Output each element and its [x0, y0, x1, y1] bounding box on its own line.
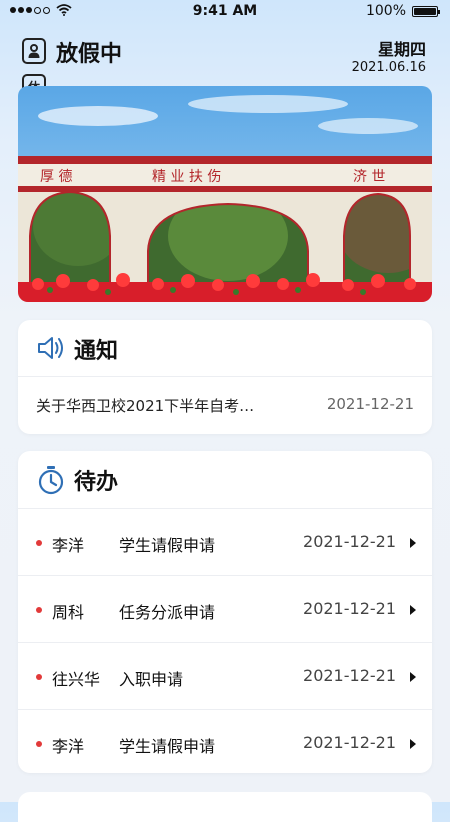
bullet-dot-icon	[36, 674, 42, 680]
todo-type: 学生请假申请	[119, 737, 216, 756]
todo-type: 学生请假申请	[119, 536, 216, 555]
gate-motto-right: 济 世	[353, 169, 385, 185]
chevron-right-icon	[410, 739, 416, 749]
todo-date: 2021-12-21	[303, 666, 396, 685]
battery-icon	[412, 5, 440, 17]
user-badge-icon[interactable]	[22, 38, 46, 64]
todo-item[interactable]: 李洋 学生请假申请 2021-12-21	[18, 509, 432, 576]
chevron-right-icon	[410, 605, 416, 615]
todo-item[interactable]: 李洋 学生请假申请 2021-12-21	[18, 710, 432, 773]
stopwatch-icon	[38, 466, 64, 495]
todo-date: 2021-12-21	[303, 532, 396, 551]
notice-header: 通知	[18, 320, 432, 377]
todo-card: 待办 李洋 学生请假申请 2021-12-21 周科 任务分派申请 2021-1…	[18, 451, 432, 773]
chevron-right-icon	[410, 672, 416, 682]
page-title: 放假中	[56, 42, 123, 67]
bullet-dot-icon	[36, 741, 42, 747]
todo-type: 入职申请	[119, 670, 184, 689]
notice-item-text: 关于华西卫校2021下半年自考…	[36, 397, 255, 415]
todo-applicant: 周科	[52, 603, 85, 622]
todo-item[interactable]: 往兴华 入职申请 2021-12-21	[18, 643, 432, 710]
todo-item[interactable]: 周科 任务分派申请 2021-12-21	[18, 576, 432, 643]
banner-image: 厚 德 精 业 扶 伤 济 世	[18, 86, 432, 302]
speaker-icon	[38, 337, 63, 359]
todo-type: 任务分派申请	[119, 603, 216, 622]
todo-applicant: 李洋	[52, 737, 85, 756]
battery-level	[414, 7, 436, 15]
notice-item[interactable]: 关于华西卫校2021下半年自考… 2021-12-21	[18, 377, 432, 434]
todo-title: 待办	[74, 470, 119, 495]
campus-gate-banner[interactable]: 厚 德 精 业 扶 伤 济 世	[18, 86, 432, 302]
status-bar: 9:41 AM 100%	[0, 0, 450, 24]
notice-title: 通知	[74, 339, 119, 364]
bullet-dot-icon	[36, 607, 42, 613]
next-card-peek	[18, 792, 432, 822]
battery-area: 100%	[365, 3, 440, 19]
todo-applicant: 往兴华	[52, 670, 101, 689]
weekday-label: 星期四	[377, 40, 426, 59]
notice-item-date: 2021-12-21	[326, 395, 414, 413]
chevron-right-icon	[410, 538, 416, 548]
todo-date: 2021-12-21	[303, 599, 396, 618]
gate-motto-left: 厚 德	[40, 169, 72, 185]
date-label: 2021.06.16	[351, 60, 426, 75]
gate-motto-middle: 精 业 扶 伤	[152, 169, 221, 185]
todo-header: 待办	[18, 451, 432, 509]
todo-applicant: 李洋	[52, 536, 85, 555]
bullet-dot-icon	[36, 540, 42, 546]
notice-card: 通知 关于华西卫校2021下半年自考… 2021-12-21	[18, 320, 432, 434]
todo-date: 2021-12-21	[303, 733, 396, 752]
battery-percent: 100%	[365, 3, 406, 19]
